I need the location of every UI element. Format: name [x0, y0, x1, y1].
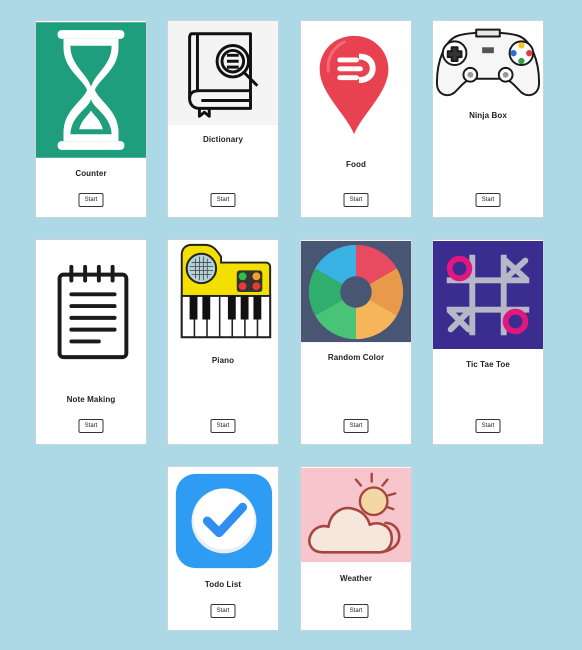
app-title-random-color: Random Color — [327, 353, 385, 362]
food-pin-icon — [301, 22, 411, 150]
tic-tae-toe-thumbnail — [433, 240, 543, 350]
piano-thumbnail — [168, 240, 278, 346]
app-title-weather: Weather — [339, 574, 373, 583]
start-button-dictionary[interactable]: Start — [210, 193, 236, 207]
start-button-tic-tae-toe[interactable]: Start — [475, 419, 501, 433]
color-wheel-icon — [301, 240, 411, 343]
start-button-food[interactable]: Start — [343, 193, 369, 207]
app-card-note-making: Note Making Start — [35, 239, 147, 445]
tic-tac-toe-icon — [433, 240, 543, 350]
piano-icon — [168, 240, 278, 346]
app-title-piano: Piano — [211, 356, 235, 365]
app-card-food: Food Start — [300, 20, 412, 218]
start-button-piano[interactable]: Start — [210, 419, 236, 433]
weather-cloud-sun-icon — [301, 467, 411, 563]
app-card-random-color: Random Color Start — [300, 239, 412, 445]
note-making-thumbnail — [36, 240, 146, 380]
gamepad-icon — [433, 21, 543, 105]
app-card-ninja-box: Ninja Box Start — [432, 20, 544, 218]
start-button-counter[interactable]: Start — [78, 193, 104, 207]
app-title-counter: Counter — [75, 169, 107, 178]
dictionary-thumbnail — [168, 21, 278, 125]
start-button-random-color[interactable]: Start — [343, 419, 369, 433]
dictionary-book-icon — [168, 21, 278, 125]
start-button-ninja-box[interactable]: Start — [475, 193, 501, 207]
app-title-dictionary: Dictionary — [202, 135, 244, 144]
app-title-note-making: Note Making — [66, 395, 116, 404]
ninja-box-thumbnail — [433, 21, 543, 105]
app-title-food: Food — [346, 160, 366, 169]
counter-thumbnail — [36, 21, 146, 159]
start-button-todo-list[interactable]: Start — [210, 604, 236, 618]
app-card-piano: Piano Start — [167, 239, 279, 445]
start-button-note-making[interactable]: Start — [78, 419, 104, 433]
start-button-weather[interactable]: Start — [343, 604, 369, 618]
checkmark-icon — [168, 467, 278, 571]
notepad-icon — [36, 241, 146, 379]
app-card-weather: Weather Start — [300, 466, 412, 631]
weather-thumbnail — [301, 467, 411, 563]
hourglass-icon — [36, 22, 146, 158]
food-thumbnail — [301, 21, 411, 151]
app-card-todo-list: Todo List Start — [167, 466, 279, 631]
todo-list-thumbnail — [168, 467, 278, 571]
app-title-ninja-box: Ninja Box — [469, 111, 507, 120]
app-title-todo-list: Todo List — [204, 580, 242, 589]
app-card-counter: Counter Start — [35, 20, 147, 218]
random-color-thumbnail — [301, 240, 411, 343]
app-card-tic-tae-toe: Tic Tae Toe Start — [432, 239, 544, 445]
app-card-dictionary: Dictionary Start — [167, 20, 279, 218]
app-title-tic-tae-toe: Tic Tae Toe — [466, 360, 510, 369]
